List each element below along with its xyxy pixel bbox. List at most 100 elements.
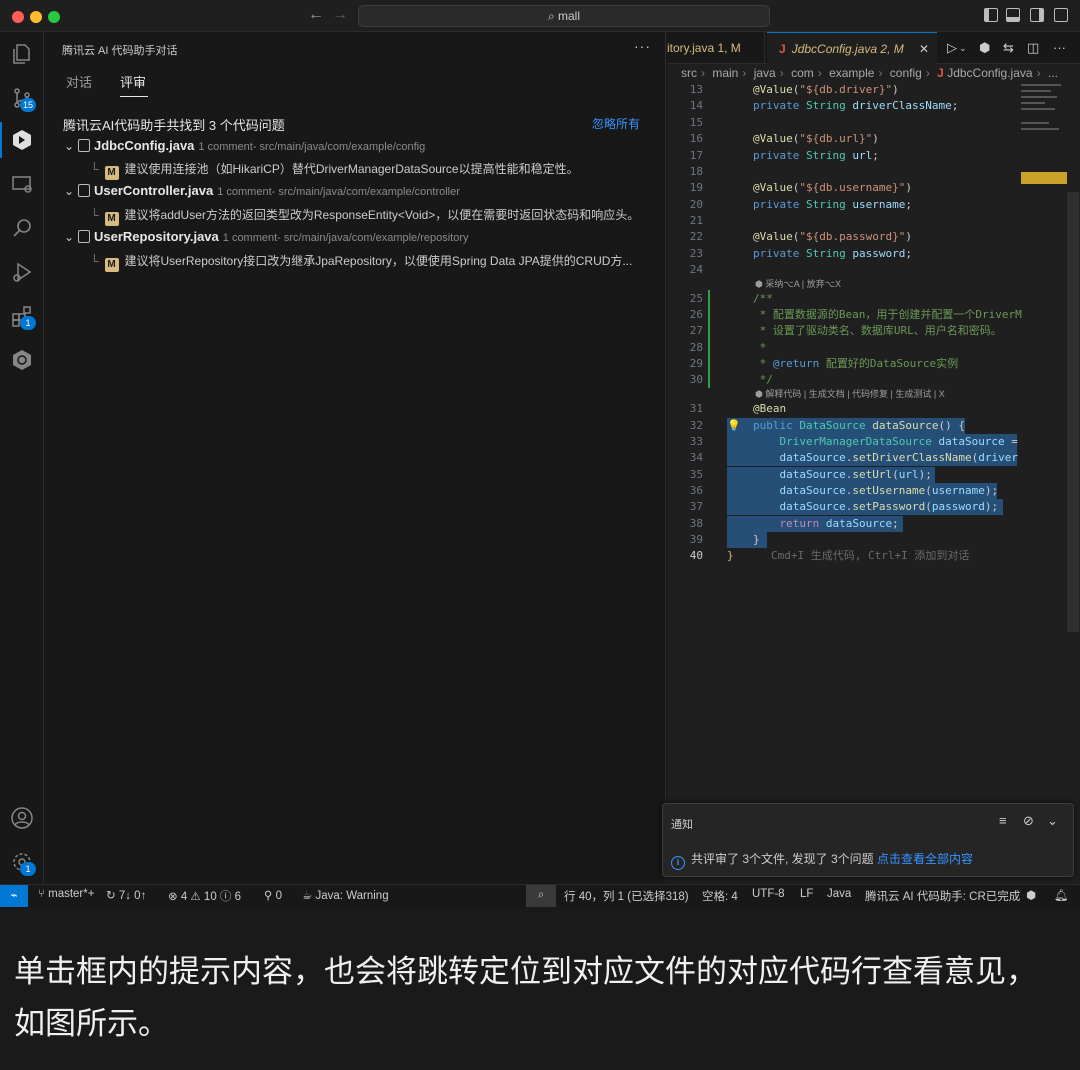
- cursor-position[interactable]: 行 40，列 1 (已选择318): [564, 888, 689, 904]
- breadcrumb-item[interactable]: JdbcConfig.java: [947, 66, 1032, 80]
- back-arrow-icon[interactable]: ←: [308, 6, 324, 24]
- more-actions-icon[interactable]: ···: [1053, 40, 1066, 55]
- lightbulb-icon[interactable]: 💡: [727, 418, 741, 434]
- more-actions-icon[interactable]: ···: [634, 38, 651, 54]
- ports-status[interactable]: ⚲ 0: [264, 888, 282, 902]
- notifications-bell-icon[interactable]: 🔔︎: [1054, 888, 1069, 902]
- title-bar: ← → ⌕ mall: [0, 0, 1080, 32]
- line-number: 19: [689, 181, 703, 194]
- line-number: 28: [689, 341, 703, 354]
- source-control-badge: 15: [20, 98, 37, 112]
- breadcrumb-item[interactable]: src: [681, 66, 697, 80]
- vertical-scrollbar[interactable]: [1067, 192, 1079, 632]
- spring-boot-icon[interactable]: [10, 348, 34, 372]
- tab-chat[interactable]: 对话: [66, 72, 92, 91]
- code-area[interactable]: 13 @Value("${db.driver}") 14 private Strin…: [667, 82, 1022, 642]
- code-line: *: [753, 341, 767, 354]
- toggle-secondary-sidebar-icon[interactable]: [1030, 8, 1044, 22]
- tab-user-repository[interactable]: itory.java 1, M: [667, 32, 765, 64]
- ignore-all-link[interactable]: 忽略所有: [592, 115, 640, 132]
- compare-changes-icon[interactable]: ⇆: [1003, 40, 1014, 56]
- review-summary: 腾讯云AI代码助手共找到 3 个代码问题: [63, 118, 285, 133]
- search-icon[interactable]: [10, 216, 34, 240]
- line-number: 33: [689, 435, 703, 448]
- java-file-icon: J: [779, 42, 786, 56]
- review-file-row[interactable]: ⌄ UserController.java 1 comment- src/main/…: [64, 183, 460, 203]
- breadcrumb-item[interactable]: config: [890, 66, 922, 80]
- review-file-row[interactable]: ⌄ UserRepository.java 1 comment- src/main/…: [64, 229, 469, 249]
- review-comment-row[interactable]: └ M 建议将UserRepository接口改为继承JpaRepository，以…: [90, 252, 650, 272]
- eol-status[interactable]: LF: [800, 888, 813, 900]
- problems-status[interactable]: ⊗ 4 ⚠ 10 ⓘ 6: [168, 888, 241, 904]
- minimap[interactable]: [1019, 82, 1071, 642]
- chevron-down-icon[interactable]: ⌄: [959, 43, 967, 54]
- chevron-down-icon[interactable]: ⌄: [1047, 813, 1058, 829]
- line-number: 22: [689, 230, 703, 243]
- tab-jdbc-config[interactable]: J JdbcConfig.java 2, M ✕: [767, 32, 937, 64]
- ai-assistant-icon[interactable]: ⬢: [1026, 888, 1036, 902]
- tab-review[interactable]: 评审: [120, 72, 146, 91]
- file-name: JdbcConfig.java: [94, 138, 195, 153]
- review-file-row[interactable]: ⌄ JdbcConfig.java 1 comment- src/main/java…: [64, 138, 425, 158]
- review-comment-row[interactable]: └ M 建议使用连接池（如HikariCP）替代DriverManagerDataS…: [90, 160, 650, 180]
- do-not-disturb-icon[interactable]: ⊘: [1023, 813, 1034, 829]
- active-indicator: [0, 122, 2, 158]
- breadcrumb-item[interactable]: ...: [1048, 66, 1058, 80]
- code-line: */: [753, 373, 773, 386]
- line-number: 31: [689, 402, 703, 415]
- modified-badge: M: [104, 212, 119, 226]
- sync-status[interactable]: ↻ 7↓ 0↑: [106, 888, 146, 902]
- ai-assistant-icon[interactable]: [10, 128, 34, 152]
- line-number: 34: [689, 451, 703, 464]
- close-window-button[interactable]: [12, 11, 24, 23]
- code-actions-hint[interactable]: ⬢ 解释代码 | 生成文档 | 代码修复 | 生成测试 | X: [755, 387, 945, 400]
- modified-badge: M: [104, 166, 119, 180]
- line-number: 29: [689, 357, 703, 370]
- breadcrumb-item[interactable]: example: [829, 66, 874, 80]
- split-editor-icon[interactable]: ◫: [1027, 40, 1039, 56]
- accept-reject-hint[interactable]: ⬢ 采纳⌥A | 放弃⌥X: [755, 277, 841, 290]
- remote-indicator-icon[interactable]: ⌁: [0, 885, 28, 907]
- code-line: return dataSource;: [779, 517, 899, 530]
- indentation-status[interactable]: 空格: 4: [702, 888, 738, 904]
- encoding-status[interactable]: UTF-8: [752, 888, 785, 900]
- run-debug-icon[interactable]: [10, 260, 34, 284]
- toggle-sidebar-icon[interactable]: [984, 8, 998, 22]
- breadcrumb-item[interactable]: com: [791, 66, 814, 80]
- file-meta: 1 comment- src/main/java/com/example/rep…: [222, 232, 469, 244]
- tab-label: JdbcConfig.java 2, M: [791, 42, 904, 56]
- code-line: @Value("${db.driver}"): [753, 83, 899, 96]
- modified-badge: M: [104, 258, 119, 272]
- run-icon[interactable]: ▷: [947, 40, 957, 56]
- accounts-icon[interactable]: [10, 806, 34, 830]
- ai-assistant-icon[interactable]: ⬢: [979, 40, 990, 56]
- notification-title: 通知: [671, 819, 693, 831]
- zoom-icon[interactable]: ⌕: [526, 885, 556, 907]
- line-number: 36: [689, 484, 703, 497]
- minimize-window-button[interactable]: [30, 11, 42, 23]
- customize-layout-icon[interactable]: [1054, 8, 1068, 22]
- caption-text: 单击框内的提示内容，也会将跳转定位到对应文件的对应代码行查看意见，如图所示。: [14, 954, 1037, 1042]
- antenna-icon: ⚲: [264, 890, 276, 902]
- remote-explorer-icon[interactable]: [10, 172, 34, 196]
- explorer-icon[interactable]: [10, 42, 34, 66]
- command-center-search[interactable]: ⌕ mall: [358, 5, 770, 27]
- code-line: dataSource.setUsername(username);: [779, 484, 999, 497]
- review-comment-row[interactable]: └ M 建议将addUser方法的返回类型改为ResponseEntity<Void…: [90, 206, 650, 226]
- breadcrumb-item[interactable]: main: [712, 66, 738, 80]
- notification-toast[interactable]: 通知 ≡ ⊘ ⌄ i 共评审了 3个文件, 发现了 3个问题 点击查看全部内容: [662, 803, 1074, 877]
- language-mode[interactable]: Java: [827, 888, 851, 900]
- forward-arrow-icon[interactable]: →: [332, 6, 348, 24]
- ai-assistant-status[interactable]: 腾讯云 AI 代码助手: CR已完成: [865, 888, 1020, 904]
- active-tab-underline: [120, 96, 148, 97]
- java-status[interactable]: ☕ Java: Warning: [302, 888, 389, 902]
- clear-all-icon[interactable]: ≡: [999, 813, 1007, 828]
- info-icon: i: [671, 856, 685, 870]
- close-icon[interactable]: ✕: [919, 33, 929, 65]
- maximize-window-button[interactable]: [48, 11, 60, 23]
- branch-status[interactable]: ⑂ master*+: [38, 888, 94, 900]
- line-number: 27: [689, 324, 703, 337]
- breadcrumb-item[interactable]: java: [754, 66, 776, 80]
- view-all-link[interactable]: 点击查看全部内容: [877, 852, 973, 866]
- toggle-panel-icon[interactable]: [1006, 8, 1020, 22]
